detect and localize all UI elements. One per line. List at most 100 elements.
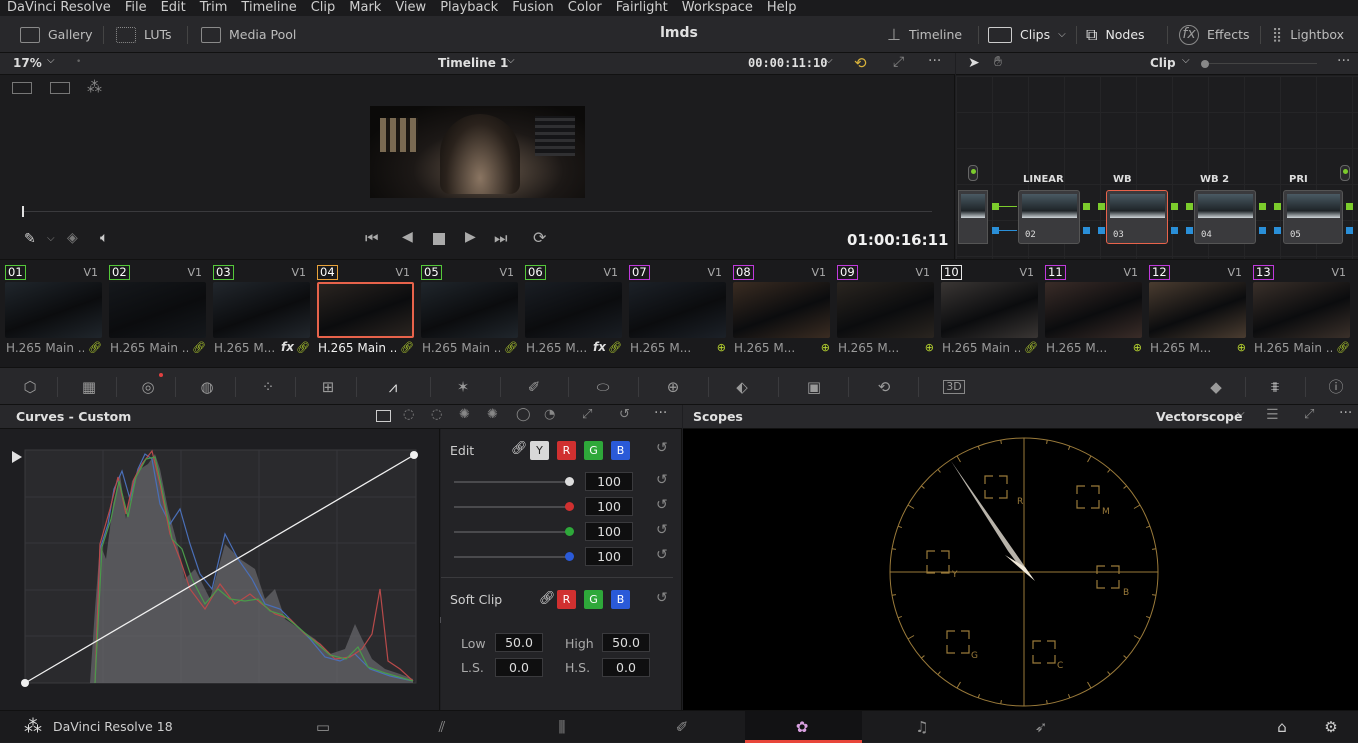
clip-thumbnail[interactable]: 06 V1 H.265 M... 🔗︎ fx [520,262,624,356]
node-01[interactable] [958,190,988,244]
y-intensity-value[interactable]: 100 [585,472,633,491]
chevron-down-icon[interactable]: ⌵ [825,55,833,66]
custom-curve-icon[interactable] [376,410,391,422]
wipe-icon[interactable]: ⟲ [854,54,867,72]
menu-timeline[interactable]: Timeline [234,1,303,15]
rgb-mixer-icon[interactable]: ⁘ [258,378,278,396]
menu-app[interactable]: DaVinci Resolve [0,1,118,15]
curves-icon[interactable]: ⩘ [383,378,403,396]
timeline-name[interactable]: Timeline 1 [438,56,508,70]
hs-value[interactable]: 0.0 [602,658,650,677]
stop-icon[interactable] [433,233,445,245]
chevron-down-icon[interactable]: ⌵ [1237,408,1245,419]
clip-thumbnail[interactable]: 10 V1 H.265 Main ... 🔗︎ [936,262,1040,356]
scrubber-track[interactable] [22,211,932,212]
split-view-icon[interactable] [12,82,32,94]
menu-workspace[interactable]: Workspace [675,1,760,15]
channel-g-button[interactable]: G [584,441,603,460]
magic-mask-icon[interactable]: ⬖ [732,378,752,396]
3d-icon[interactable]: 3D [943,380,965,394]
scope-mode-select[interactable]: Vectorscope [1156,409,1242,424]
eyedropper-icon[interactable]: ✎ [24,231,36,247]
edit-page-icon[interactable]: ⫼ [552,718,572,736]
play-icon[interactable]: ▶ [465,229,476,245]
effects-button[interactable]: fx Effects [1179,16,1250,53]
reset-icon[interactable]: ↺ [656,497,668,513]
softclip-b-button[interactable]: B [611,590,630,609]
key-icon[interactable]: ⟲ [874,378,894,396]
g-intensity-value[interactable]: 100 [585,522,633,541]
info-icon[interactable]: ⓘ [1326,378,1346,396]
settings-sliders-icon[interactable]: ☰ [1266,407,1279,423]
menu-color[interactable]: Color [561,1,609,15]
reset-icon[interactable]: ↺ [656,440,668,456]
node-pri[interactable]: 05 [1283,190,1343,244]
pointer-icon[interactable]: ➤ [968,55,980,71]
clip-thumbnail[interactable]: 11 V1 H.265 M... ⊕ [1040,262,1144,356]
menu-fusion[interactable]: Fusion [505,1,561,15]
more-options-icon[interactable]: ··· [1339,405,1352,421]
color-page-icon[interactable]: ✿ [792,718,812,736]
clip-thumbnail[interactable]: 02 V1 H.265 Main ... 🔗︎ [104,262,208,356]
softclip-r-button[interactable]: R [557,590,576,609]
reset-icon[interactable]: ↺ [656,547,668,563]
zoom-level[interactable]: 17% [13,56,42,70]
menu-trim[interactable]: Trim [193,1,235,15]
menu-mark[interactable]: Mark [342,1,388,15]
hue-vs-lum-icon[interactable]: ✺ [459,407,470,422]
source-timecode[interactable]: 00:00:11:10 [748,56,827,70]
menu-file[interactable]: File [118,1,154,15]
magic-wand-icon[interactable]: ⁂ [87,78,102,96]
zoom-slider[interactable] [1209,63,1317,64]
play-reverse-icon[interactable]: ◀ [402,229,413,245]
y-intensity-slider[interactable] [454,481,569,483]
reset-icon[interactable]: ↺ [656,522,668,538]
chevron-down-icon[interactable]: ⌵ [47,233,55,244]
menu-edit[interactable]: Edit [154,1,193,15]
expand-icon[interactable]: ⤢ [582,407,592,422]
clip-thumbnail[interactable]: 03 V1 H.265 M... 🔗︎ fx [208,262,312,356]
node-linear[interactable]: 02 [1018,190,1080,244]
lightbox-button[interactable]: ⣿ Lightbox [1272,16,1344,53]
reset-all-icon[interactable]: ↺ [619,407,630,422]
deliver-page-icon[interactable]: ➶ [1031,718,1051,736]
media-page-icon[interactable]: ▭ [313,718,333,736]
gallery-button[interactable]: Gallery [20,16,93,53]
volume-icon[interactable]: 🔈︎ [100,230,108,246]
color-warper-icon[interactable]: ✶ [453,378,473,396]
luts-button[interactable]: LUTs [116,16,172,53]
channel-y-button[interactable]: Y [530,441,549,460]
expand-icon[interactable]: ⤢ [1304,407,1314,422]
keyframes-icon[interactable]: ◆ [1206,378,1226,396]
skip-to-start-icon[interactable]: ⏮︎ [365,229,379,247]
gear-icon[interactable]: ⚙ [1321,718,1341,736]
tracker-icon[interactable]: ⊕ [663,378,683,396]
low-value[interactable]: 50.0 [495,633,543,652]
menu-clip[interactable]: Clip [304,1,343,15]
sat-vs-sat-icon[interactable]: ◯ [516,407,531,422]
more-options-icon[interactable]: ··· [654,405,667,421]
color-match-icon[interactable]: ▦ [79,378,99,396]
chevron-down-icon[interactable]: ⌵ [47,55,55,66]
scopes-icon[interactable]: ⩨ [1265,378,1285,396]
window-icon[interactable]: ⬭ [593,378,613,396]
lum-vs-sat-icon[interactable]: ✺ [487,407,498,422]
r-intensity-slider[interactable] [454,506,569,508]
loop-icon[interactable]: ⟳ [533,228,546,247]
skip-to-end-icon[interactable]: ⏭︎ [494,229,508,247]
ls-value[interactable]: 0.0 [495,658,543,677]
channel-b-button[interactable]: B [611,441,630,460]
curves-graph[interactable] [0,429,440,710]
clip-thumbnail[interactable]: 04 V1 H.265 Main ... 🔗︎ [312,262,416,356]
motion-effects-icon[interactable]: ⊞ [318,378,338,396]
softclip-g-button[interactable]: G [584,590,603,609]
zoom-slider-handle[interactable] [1201,60,1209,68]
layers-icon[interactable]: ◈ [67,230,78,246]
sat-vs-lum-icon[interactable]: ◔ [544,407,555,422]
clip-thumbnail[interactable]: 07 V1 H.265 M... ⊕ [624,262,728,356]
menu-playback[interactable]: Playback [433,1,505,15]
fairlight-page-icon[interactable]: ♫ [912,718,932,736]
clip-thumbnail[interactable]: 01 V1 H.265 Main ... 🔗︎ [0,262,104,356]
chevron-down-icon[interactable]: ⌵ [507,55,515,66]
chevron-down-icon[interactable]: ⌵ [1182,55,1190,66]
